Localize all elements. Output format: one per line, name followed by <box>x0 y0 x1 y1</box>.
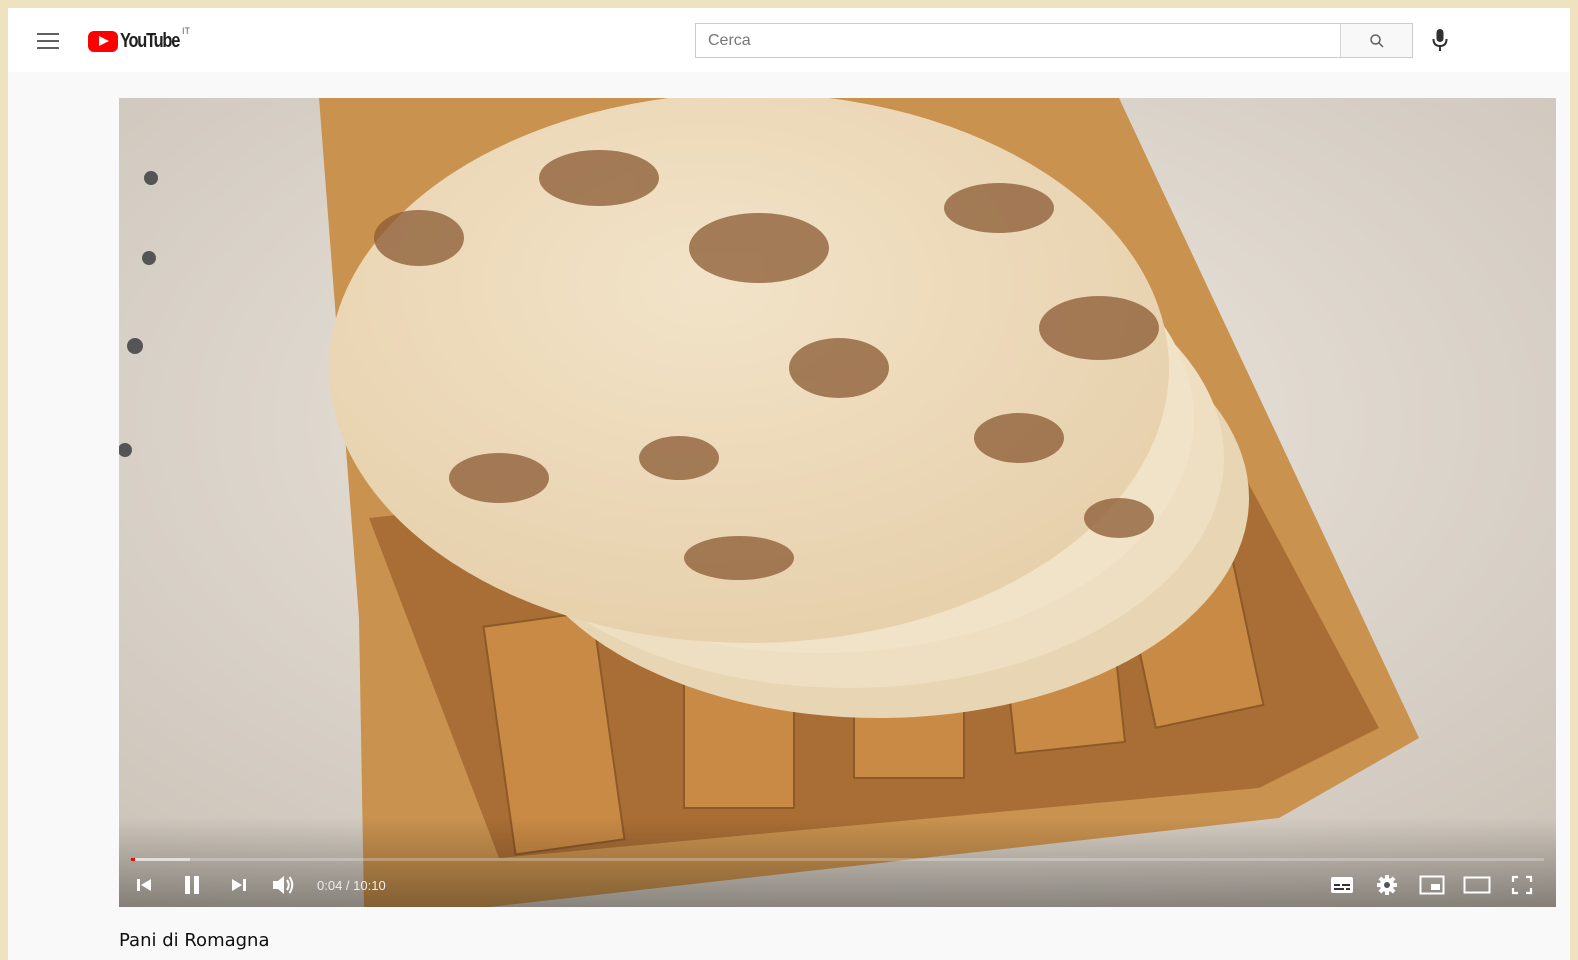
miniplayer-icon <box>1419 875 1444 895</box>
current-time: 0:04 <box>317 877 343 893</box>
masthead: YouTube IT <box>8 8 1570 72</box>
voice-search-button[interactable] <box>1426 26 1454 54</box>
previous-button[interactable] <box>119 867 169 903</box>
microphone-icon <box>1432 29 1448 51</box>
player-controls: 0:04 / 10:10 <box>119 863 1556 907</box>
theater-mode-button[interactable] <box>1454 867 1499 903</box>
pause-button[interactable] <box>169 867 215 903</box>
fullscreen-button[interactable] <box>1499 867 1544 903</box>
miniplayer-button[interactable] <box>1409 867 1454 903</box>
previous-icon <box>137 879 151 891</box>
settings-button[interactable] <box>1364 867 1409 903</box>
youtube-logo[interactable]: YouTube IT <box>88 26 192 52</box>
right-controls <box>1319 867 1544 903</box>
search-button[interactable] <box>1340 24 1412 57</box>
progress-bar[interactable] <box>131 858 1544 861</box>
pause-icon <box>185 876 199 894</box>
country-code: IT <box>182 26 190 36</box>
video-player[interactable]: 0:04 / 10:10 <box>119 98 1556 907</box>
theater-mode-icon <box>1463 876 1490 894</box>
subtitles-button[interactable] <box>1319 867 1364 903</box>
progress-loaded <box>131 858 191 861</box>
mute-button[interactable] <box>263 867 303 903</box>
search-input[interactable] <box>696 24 1340 57</box>
progress-played <box>131 858 136 861</box>
browser-viewport: YouTube IT Cerca 0:04 / 10:10 Pani di Ro… <box>8 8 1570 960</box>
next-button[interactable] <box>215 867 263 903</box>
settings-icon <box>1376 875 1397 895</box>
time-display: 0:04 / 10:10 <box>317 878 386 893</box>
video-title: Pani di Romagna <box>119 930 270 951</box>
fullscreen-icon <box>1511 875 1532 895</box>
next-icon <box>232 879 246 891</box>
time-separator: / <box>342 877 354 893</box>
menu-icon[interactable] <box>37 33 59 49</box>
subtitles-icon <box>1330 877 1353 893</box>
logo-text: YouTube <box>120 29 180 52</box>
search-box <box>695 23 1413 58</box>
youtube-play-icon <box>88 30 118 52</box>
volume-icon <box>273 876 294 894</box>
search-icon <box>1369 33 1384 48</box>
video-frame <box>119 98 1556 907</box>
duration: 10:10 <box>353 877 386 893</box>
